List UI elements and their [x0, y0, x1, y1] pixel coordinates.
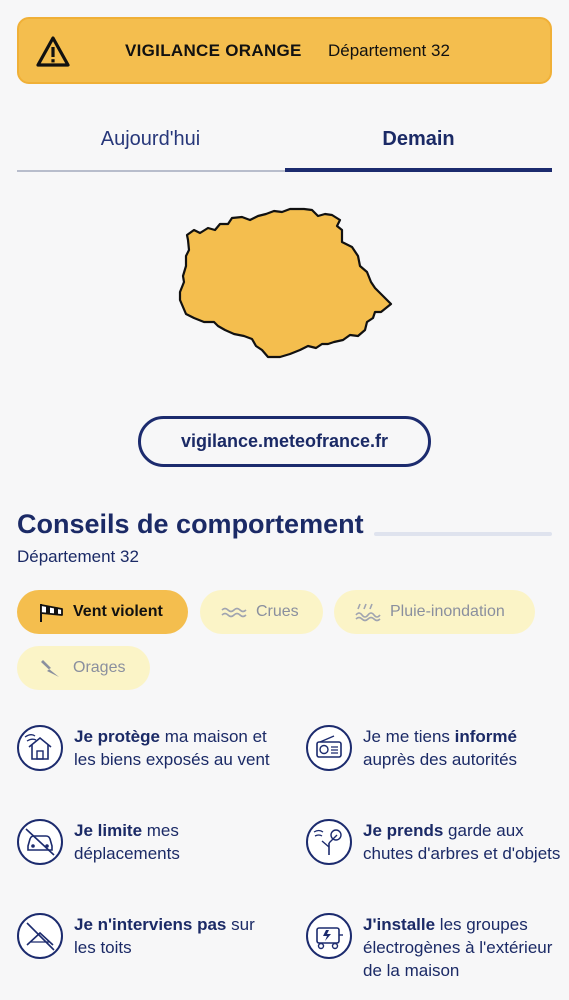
advice-bold: Je protège: [74, 727, 160, 746]
day-tabs: Aujourd'hui Demain: [17, 116, 552, 174]
rain-flood-icon: [355, 603, 381, 622]
tab-today[interactable]: Aujourd'hui: [17, 116, 284, 174]
chip-crues[interactable]: Crues: [200, 590, 323, 634]
tab-tomorrow[interactable]: Demain: [285, 116, 552, 174]
house-wind-icon: [17, 725, 63, 771]
advice-bold: Je n'interviens pas: [74, 915, 227, 934]
radio-icon: [306, 725, 352, 771]
waves-icon: [221, 607, 247, 618]
chip-label: Pluie-inondation: [390, 603, 505, 620]
chip-vent-violent[interactable]: Vent violent: [17, 590, 188, 634]
tab-active-indicator: [285, 168, 552, 172]
advice-bold: Je limite: [74, 821, 143, 840]
advice-text: auprès des autorités: [363, 750, 518, 769]
advice-bold: Je prends: [363, 821, 444, 840]
vigilance-level: VIGILANCE ORANGE: [125, 41, 302, 60]
chip-label: Crues: [256, 603, 299, 620]
wind-sock-icon: [40, 604, 63, 622]
meteofrance-link-button[interactable]: vigilance.meteofrance.fr: [138, 416, 431, 467]
chip-label: Orages: [73, 659, 126, 676]
generator-icon: [306, 913, 352, 959]
lightning-icon: [41, 660, 59, 677]
vigilance-alert-banner: VIGILANCE ORANGE Département 32: [17, 17, 552, 84]
section-rule: [374, 532, 552, 536]
alert-department: Département 32: [328, 41, 450, 60]
chip-orages[interactable]: Orages: [17, 646, 150, 690]
advice-text: Je me tiens: [363, 727, 455, 746]
advice-bold: informé: [454, 727, 517, 746]
no-roof-icon: [17, 913, 63, 959]
advice-bold: J'installe: [363, 915, 436, 934]
section-subtitle: Département 32: [17, 547, 139, 566]
section-title: Conseils de comportement: [17, 509, 364, 539]
chip-label: Vent violent: [73, 603, 163, 620]
warning-triangle-icon: [36, 36, 70, 67]
department-map: [178, 207, 393, 359]
no-car-icon: [17, 819, 63, 865]
falling-tree-icon: [306, 819, 352, 865]
department-32-shape: [178, 207, 393, 359]
chip-pluie-inondation[interactable]: Pluie-inondation: [334, 590, 535, 634]
